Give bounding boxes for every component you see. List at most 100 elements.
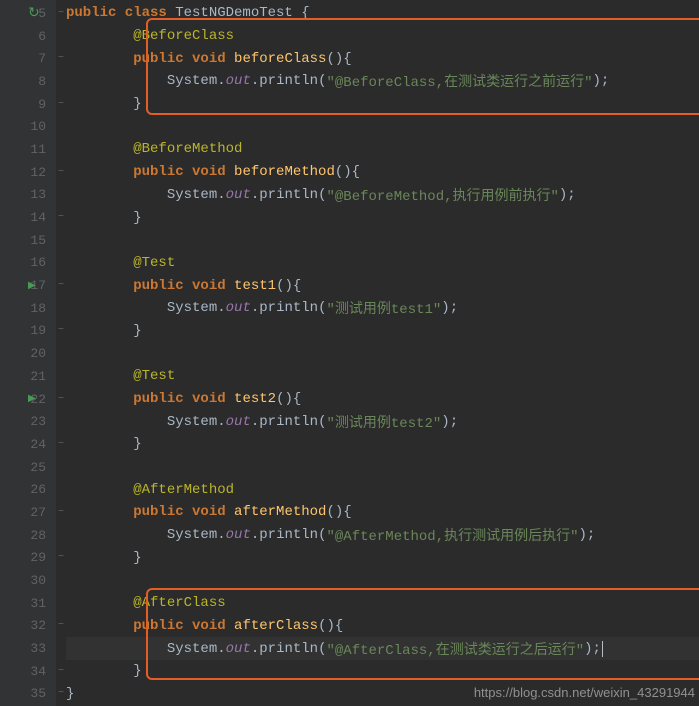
token-class-name: System. [167, 73, 226, 89]
token-punct: (){ [335, 164, 360, 180]
line-number: 25 [30, 460, 50, 475]
gutter-row: 34− [0, 660, 56, 683]
line-number: 21 [30, 369, 50, 384]
token-punct: } [133, 550, 141, 566]
token-static-field: out [226, 527, 251, 543]
token-method: afterMethod [234, 504, 326, 520]
line-number: 32 [30, 618, 50, 633]
token-str: "测试用例test2" [326, 412, 441, 432]
code-line[interactable]: } [66, 93, 699, 116]
line-number: 31 [30, 596, 50, 611]
token-punct: ); [579, 527, 596, 543]
indent [66, 255, 133, 271]
code-line[interactable]: public void afterMethod(){ [66, 501, 699, 524]
token-anno: @Test [133, 255, 175, 271]
gutter-row: 23 [0, 410, 56, 433]
token-method: beforeMethod [234, 164, 335, 180]
indent [66, 187, 167, 203]
run-icon[interactable]: ▶ [28, 393, 36, 405]
line-number: 28 [30, 528, 50, 543]
indent [66, 618, 133, 634]
token-class-name: System. [167, 300, 226, 316]
code-line[interactable]: } [66, 433, 699, 456]
code-line[interactable]: @BeforeClass [66, 25, 699, 48]
gutter-row: 15 [0, 229, 56, 252]
indent [66, 323, 133, 339]
indent [66, 595, 133, 611]
code-line[interactable]: System.out.println("测试用例test2"); [66, 410, 699, 433]
line-number: 13 [30, 187, 50, 202]
line-number: 14 [30, 210, 50, 225]
code-line[interactable]: System.out.println("测试用例test1"); [66, 297, 699, 320]
gutter-row: 28 [0, 524, 56, 547]
code-line[interactable]: } [66, 320, 699, 343]
code-line[interactable]: public void test1(){ [66, 274, 699, 297]
gutter-row: 31 [0, 592, 56, 615]
token-punct: (){ [326, 504, 351, 520]
gutter-row: 10 [0, 115, 56, 138]
code-line[interactable]: @AfterClass [66, 592, 699, 615]
token-punct: } [66, 686, 74, 702]
token-kw: public void [133, 391, 234, 407]
token-punct: ); [593, 73, 610, 89]
caret [602, 641, 603, 657]
indent [66, 527, 167, 543]
line-number: 33 [30, 641, 50, 656]
gutter-row: 16 [0, 252, 56, 275]
token-str: "@AfterClass,在测试类运行之后运行" [326, 639, 584, 659]
code-line[interactable]: public void afterClass(){ [66, 615, 699, 638]
token-punct: } [133, 323, 141, 339]
line-number: 26 [30, 482, 50, 497]
code-area[interactable]: public class TestNGDemoTest { @BeforeCla… [56, 0, 699, 706]
indent [66, 641, 167, 657]
indent [66, 51, 133, 67]
token-anno: @BeforeClass [133, 28, 234, 44]
token-punct: (){ [326, 51, 351, 67]
token-punct: .println( [251, 300, 327, 316]
token-class-name: System. [167, 527, 226, 543]
gutter-row: ▶22− [0, 388, 56, 411]
code-line[interactable] [66, 342, 699, 365]
token-punct: .println( [251, 641, 327, 657]
code-line[interactable]: @AfterMethod [66, 478, 699, 501]
line-number: 18 [30, 301, 50, 316]
watermark: https://blog.csdn.net/weixin_43291944 [474, 685, 695, 700]
indent [66, 482, 133, 498]
code-line[interactable]: } [66, 547, 699, 570]
code-line[interactable]: public void test2(){ [66, 388, 699, 411]
code-line[interactable] [66, 115, 699, 138]
indent [66, 436, 133, 452]
reload-icon[interactable]: ↻ [28, 5, 40, 22]
gutter-row: 8 [0, 70, 56, 93]
code-line[interactable]: @BeforeMethod [66, 138, 699, 161]
code-line[interactable]: public void beforeClass(){ [66, 47, 699, 70]
code-line[interactable] [66, 456, 699, 479]
indent [66, 550, 133, 566]
token-punct: } [133, 210, 141, 226]
code-line[interactable]: public void beforeMethod(){ [66, 161, 699, 184]
token-punct: .println( [251, 73, 327, 89]
code-line[interactable]: @Test [66, 252, 699, 275]
code-line[interactable]: System.out.println("@BeforeMethod,执行用例前执… [66, 184, 699, 207]
code-line[interactable]: @Test [66, 365, 699, 388]
run-icon[interactable]: ▶ [28, 280, 36, 292]
code-line[interactable]: } [66, 206, 699, 229]
code-line[interactable] [66, 569, 699, 592]
indent [66, 73, 167, 89]
gutter: ↻5−67−89−101112−1314−1516▶17−1819−2021▶2… [0, 0, 56, 706]
gutter-row: 11 [0, 138, 56, 161]
code-line[interactable]: } [66, 660, 699, 683]
token-static-field: out [226, 300, 251, 316]
token-punct: ); [559, 187, 576, 203]
code-line[interactable]: public class TestNGDemoTest { [66, 2, 699, 25]
code-line[interactable]: System.out.println("@AfterMethod,执行测试用例后… [66, 524, 699, 547]
token-punct: ); [441, 300, 458, 316]
gutter-row: 9− [0, 93, 56, 116]
code-line[interactable] [66, 229, 699, 252]
code-line[interactable]: System.out.println("@AfterClass,在测试类运行之后… [66, 637, 699, 660]
token-kw: public void [133, 618, 234, 634]
token-static-field: out [226, 73, 251, 89]
gutter-row: 33 [0, 637, 56, 660]
indent [66, 414, 167, 430]
code-line[interactable]: System.out.println("@BeforeClass,在测试类运行之… [66, 70, 699, 93]
